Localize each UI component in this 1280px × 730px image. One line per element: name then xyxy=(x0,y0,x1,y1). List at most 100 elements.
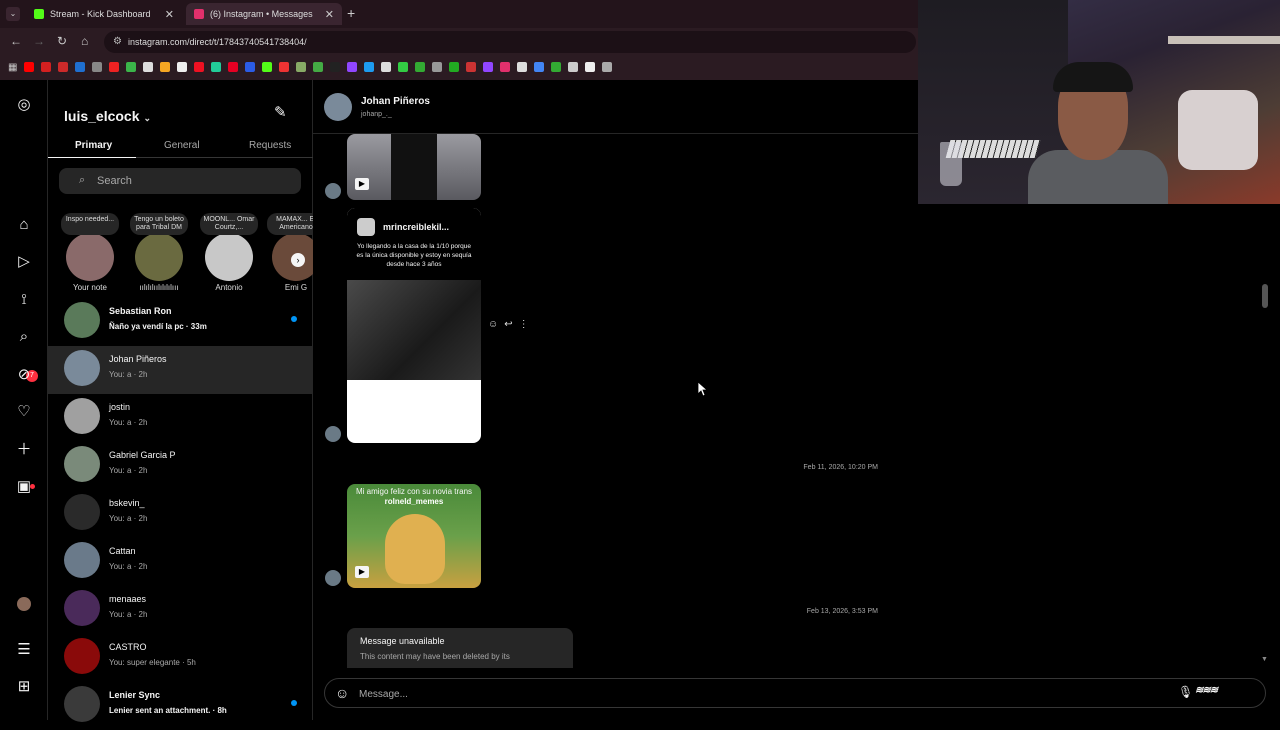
conversation-item[interactable]: jostin You: a · 2h xyxy=(48,394,313,442)
instagram-logo-icon[interactable]: ◎ xyxy=(14,95,34,115)
bookmark-icon[interactable] xyxy=(58,62,69,72)
chevron-right-icon[interactable]: › xyxy=(291,253,305,267)
tab-search-icon[interactable]: ⌄ xyxy=(6,7,20,21)
bookmark-icon[interactable] xyxy=(143,62,154,72)
back-arrow-icon[interactable]: ← xyxy=(10,34,22,48)
conversation-item[interactable]: Gabriel Garcia P You: a · 2h xyxy=(48,442,313,490)
conversation-preview: You: super elegante · 5h xyxy=(109,658,196,667)
contact-name[interactable]: Johan Piñeros xyxy=(361,96,430,107)
apps-icon[interactable]: ⊞ xyxy=(14,677,34,697)
bookmark-icon[interactable] xyxy=(432,62,443,72)
bookmark-icon[interactable] xyxy=(466,62,477,72)
bookmark-icon[interactable] xyxy=(585,62,596,72)
dashboard-icon[interactable]: ▣ xyxy=(14,477,34,497)
bookmark-icon[interactable] xyxy=(347,62,358,72)
home-icon[interactable]: ⌂ xyxy=(14,215,34,235)
browser-tab-kick[interactable]: Stream - Kick Dashboard ✕ xyxy=(26,3,182,25)
bookmark-icon[interactable] xyxy=(211,62,222,72)
bookmark-icon[interactable] xyxy=(75,62,86,72)
reels-icon[interactable]: ▷ xyxy=(14,252,34,272)
search-icon[interactable]: ⌕ xyxy=(14,327,34,347)
conversation-item[interactable]: bskevin_ You: a · 2h xyxy=(48,490,313,538)
bookmark-icon[interactable] xyxy=(24,62,35,72)
bookmark-icon[interactable] xyxy=(160,62,171,72)
bookmark-icon[interactable] xyxy=(449,62,460,72)
conversation-item[interactable]: Cattan You: a · 2h xyxy=(48,538,313,586)
shared-reel-message[interactable]: mrincreiblekil... Yo llegando a la casa … xyxy=(347,208,481,443)
note-item[interactable]: MOONL... Omar Courtz,... Antonio xyxy=(199,213,259,292)
address-bar[interactable]: ⚙ instagram.com/direct/t/178437405417384… xyxy=(104,31,916,53)
shared-video-message[interactable]: ▶ xyxy=(347,134,481,200)
reply-icon[interactable]: ↩ xyxy=(504,319,512,330)
note-item[interactable]: Inspo needed... Your note xyxy=(60,213,120,292)
bookmark-icon[interactable] xyxy=(279,62,290,72)
more-options-icon[interactable]: ⋮ xyxy=(519,319,529,330)
bookmark-icon[interactable] xyxy=(194,62,205,72)
play-icon: ▶ xyxy=(355,566,369,578)
bookmark-icon[interactable] xyxy=(500,62,511,72)
note-item[interactable]: Tengo un boleto para Tribal DM ıılılılıı… xyxy=(129,213,189,292)
tab-general[interactable]: General xyxy=(164,140,200,151)
bookmark-icon[interactable] xyxy=(177,62,188,72)
emoji-icon[interactable]: ☺ xyxy=(335,685,349,701)
conversation-name: Johan Piñeros xyxy=(109,354,167,364)
apps-grid-icon[interactable]: ▦ xyxy=(8,62,17,73)
conversation-item[interactable]: Johan Piñeros You: a · 2h xyxy=(48,346,313,394)
compose-icon[interactable]: ✎ xyxy=(274,103,287,121)
close-tab-icon[interactable]: ✕ xyxy=(325,8,334,21)
home-icon[interactable]: ⌂ xyxy=(81,34,88,48)
bookmark-icon[interactable] xyxy=(568,62,579,72)
bookmark-icon[interactable] xyxy=(245,62,256,72)
site-info-icon[interactable]: ⚙ xyxy=(113,36,122,47)
bookmark-icon[interactable] xyxy=(551,62,562,72)
shared-video-message[interactable]: Mi amigo feliz con su novia trans rolnel… xyxy=(347,484,481,588)
create-icon[interactable]: ＋ xyxy=(14,440,34,460)
unavailable-message[interactable]: Message unavailable This content may hav… xyxy=(347,628,573,668)
messenger-icon[interactable]: ⟟ xyxy=(14,290,34,310)
react-icon[interactable]: ☺ xyxy=(488,319,498,330)
microphone-icon[interactable]: 🎙 xyxy=(1178,685,1193,699)
bookmark-icon[interactable] xyxy=(534,62,545,72)
bookmark-icon[interactable] xyxy=(41,62,52,72)
new-tab-button[interactable]: + xyxy=(347,5,355,21)
tab-primary[interactable]: Primary xyxy=(75,140,112,151)
message-input[interactable] xyxy=(359,686,959,702)
tab-requests[interactable]: Requests xyxy=(249,140,291,151)
browser-tab-instagram[interactable]: (6) Instagram • Messages ✕ xyxy=(186,3,342,25)
bookmark-icon[interactable] xyxy=(381,62,392,72)
conversation-item[interactable]: Lenier Sync Lenier sent an attachment. ·… xyxy=(48,682,313,730)
heart-icon[interactable]: ♡ xyxy=(14,402,34,422)
scrollbar-thumb[interactable] xyxy=(1262,284,1268,308)
conversation-item[interactable]: CASTRO You: super elegante · 5h xyxy=(48,634,313,682)
forward-arrow-icon[interactable]: → xyxy=(33,34,45,48)
bookmark-icon[interactable] xyxy=(483,62,494,72)
avatar xyxy=(64,590,100,626)
menu-icon[interactable]: ☰ xyxy=(14,640,34,660)
avatar xyxy=(64,398,100,434)
explore-icon[interactable]: ⊘ xyxy=(14,365,34,385)
scroll-down-icon[interactable]: ▼ xyxy=(1261,656,1268,663)
bookmark-icon[interactable] xyxy=(126,62,137,72)
bookmark-icon[interactable] xyxy=(228,62,239,72)
bookmark-icon[interactable] xyxy=(92,62,103,72)
bookmark-icon[interactable] xyxy=(330,62,341,72)
bookmark-icon[interactable] xyxy=(602,62,613,72)
bookmark-icon[interactable] xyxy=(262,62,273,72)
bookmark-icon[interactable] xyxy=(415,62,426,72)
bookmark-icon[interactable] xyxy=(313,62,324,72)
conversation-item[interactable]: Sebastian Ron Ñaño ya vendí la pc · 33m xyxy=(48,298,313,346)
account-switcher[interactable]: luis_elcock ⌄ xyxy=(64,108,151,124)
bookmark-icon[interactable] xyxy=(364,62,375,72)
contact-avatar[interactable] xyxy=(324,93,352,121)
search-input[interactable]: ⌕ Search xyxy=(59,168,301,194)
reload-icon[interactable]: ↻ xyxy=(57,34,67,48)
bookmark-icon[interactable] xyxy=(398,62,409,72)
close-tab-icon[interactable]: ✕ xyxy=(165,8,174,21)
bookmark-icon[interactable] xyxy=(296,62,307,72)
note-item[interactable]: MAMAX... El Americano Emi G xyxy=(266,213,313,292)
bookmark-icon[interactable] xyxy=(517,62,528,72)
profile-avatar[interactable] xyxy=(17,597,31,611)
bookmark-icon[interactable] xyxy=(109,62,120,72)
avatar xyxy=(325,426,341,442)
conversation-item[interactable]: menaaes You: a · 2h xyxy=(48,586,313,634)
